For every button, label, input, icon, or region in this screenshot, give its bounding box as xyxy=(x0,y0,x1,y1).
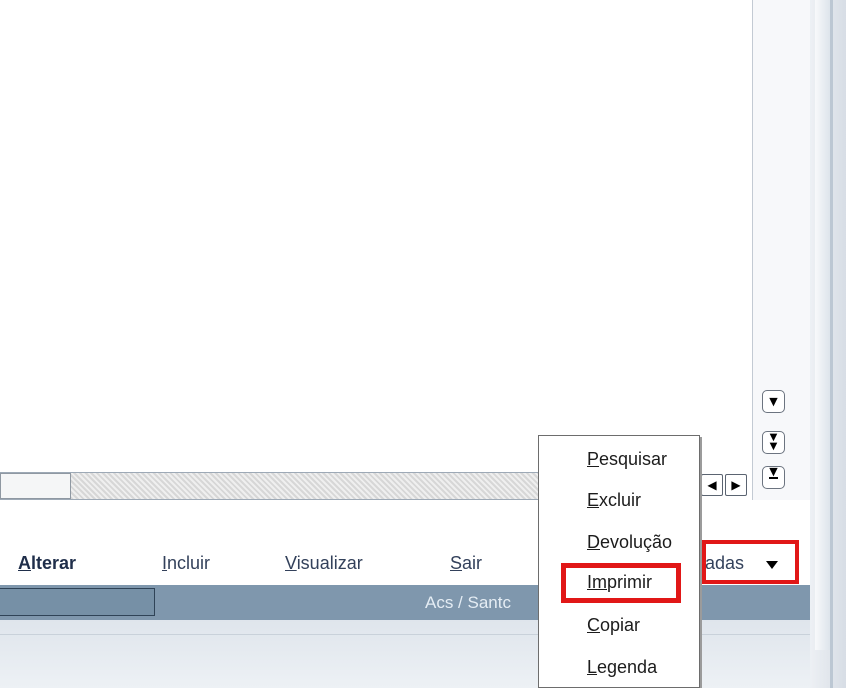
last-record-button[interactable]: ▼ xyxy=(762,466,785,489)
fast-down-button[interactable]: ▼ ▼ xyxy=(762,431,785,454)
window-frame-border xyxy=(830,0,833,688)
incluir-button[interactable]: Incluir xyxy=(162,553,210,574)
menu-item-copiar[interactable]: Copiar xyxy=(587,615,640,636)
browse-grid-area xyxy=(0,0,752,500)
page-down-button[interactable]: ▼ xyxy=(762,390,785,413)
left-arrow-icon: ◀ xyxy=(707,478,717,492)
scrollbar-thumb[interactable] xyxy=(0,473,71,499)
scroll-right-button[interactable]: ▶ xyxy=(725,474,747,496)
related-actions-dropdown[interactable] xyxy=(702,540,799,584)
menu-item-excluir[interactable]: Excluir xyxy=(587,490,641,511)
status-text: Acs / Santc xyxy=(425,593,511,612)
alterar-button[interactable]: Alterar xyxy=(18,553,76,574)
menu-item-highlight xyxy=(561,563,681,603)
right-arrow-icon: ▶ xyxy=(731,478,741,492)
related-actions-menu xyxy=(538,435,700,688)
double-down-arrow-icon: ▼ ▼ xyxy=(769,432,778,452)
down-arrow-icon: ▼ xyxy=(769,395,778,408)
status-field xyxy=(0,588,155,616)
side-scroll-pane xyxy=(752,0,811,585)
window-frame-shadow xyxy=(815,0,830,650)
visualizar-button[interactable]: Visualizar xyxy=(285,553,363,574)
menu-item-legenda[interactable]: Legenda xyxy=(587,657,657,678)
scroll-left-button[interactable]: ◀ xyxy=(701,474,723,496)
sair-button[interactable]: Sair xyxy=(450,553,482,574)
bottom-arrow-icon: ▼ xyxy=(769,465,778,479)
menu-item-pesquisar[interactable]: Pesquisar xyxy=(587,449,667,470)
menu-item-devolucao[interactable]: Devolução xyxy=(587,532,672,553)
